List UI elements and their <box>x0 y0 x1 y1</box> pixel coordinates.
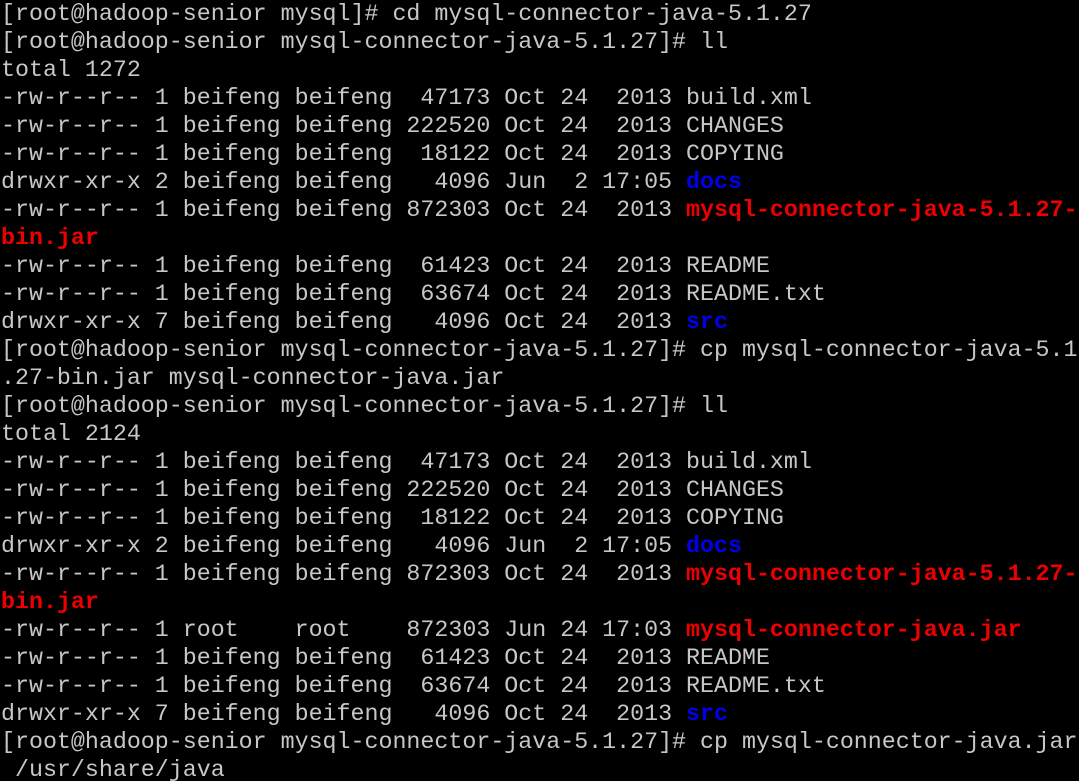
archive-file-name: bin.jar <box>1 225 99 251</box>
terminal-line: -rw-r--r-- 1 beifeng beifeng 63674 Oct 2… <box>1 280 1079 308</box>
archive-file-name: mysql-connector-java.jar <box>686 617 1022 643</box>
terminal-line: -rw-r--r-- 1 beifeng beifeng 61423 Oct 2… <box>1 252 1079 280</box>
terminal-text: [root@hadoop-senior mysql-connector-java… <box>1 729 1078 755</box>
archive-file-name: mysql-connector-java-5.1.27- <box>686 197 1078 223</box>
terminal-text: -rw-r--r-- 1 beifeng beifeng 18122 Oct 2… <box>1 505 784 531</box>
terminal-text: drwxr-xr-x 7 beifeng beifeng 4096 Oct 24… <box>1 701 687 727</box>
terminal-window[interactable]: [root@hadoop-senior mysql]# cd mysql-con… <box>0 0 1079 781</box>
terminal-line: -rw-r--r-- 1 beifeng beifeng 872303 Oct … <box>1 560 1079 588</box>
terminal-text: -rw-r--r-- 1 beifeng beifeng 872303 Oct … <box>1 561 687 587</box>
terminal-line: drwxr-xr-x 7 beifeng beifeng 4096 Oct 24… <box>1 700 1079 728</box>
terminal-line: -rw-r--r-- 1 beifeng beifeng 18122 Oct 2… <box>1 504 1079 532</box>
terminal-line: -rw-r--r-- 1 beifeng beifeng 222520 Oct … <box>1 112 1079 140</box>
terminal-text: -rw-r--r-- 1 beifeng beifeng 63674 Oct 2… <box>1 673 826 699</box>
directory-name: docs <box>686 169 742 195</box>
terminal-line: [root@hadoop-senior mysql]# cd mysql-con… <box>1 0 1079 28</box>
directory-name: src <box>686 309 728 335</box>
terminal-line: bin.jar <box>1 588 1079 616</box>
terminal-line: -rw-r--r-- 1 beifeng beifeng 47173 Oct 2… <box>1 84 1079 112</box>
terminal-line: [root@hadoop-senior mysql-connector-java… <box>1 392 1079 420</box>
terminal-text: [root@hadoop-senior mysql-connector-java… <box>1 29 728 55</box>
terminal-text: total 1272 <box>1 57 141 83</box>
terminal-line: -rw-r--r-- 1 beifeng beifeng 18122 Oct 2… <box>1 140 1079 168</box>
terminal-line: -rw-r--r-- 1 root root 872303 Jun 24 17:… <box>1 616 1079 644</box>
terminal-text: -rw-r--r-- 1 root root 872303 Jun 24 17:… <box>1 617 687 643</box>
terminal-line: -rw-r--r-- 1 beifeng beifeng 47173 Oct 2… <box>1 448 1079 476</box>
terminal-line: [root@hadoop-senior mysql-connector-java… <box>1 28 1079 56</box>
terminal-text: -rw-r--r-- 1 beifeng beifeng 61423 Oct 2… <box>1 645 770 671</box>
terminal-text: -rw-r--r-- 1 beifeng beifeng 18122 Oct 2… <box>1 141 784 167</box>
terminal-line: -rw-r--r-- 1 beifeng beifeng 63674 Oct 2… <box>1 672 1079 700</box>
archive-file-name: mysql-connector-java-5.1.27- <box>686 561 1078 587</box>
terminal-line: total 1272 <box>1 56 1079 84</box>
terminal-line: .27-bin.jar mysql-connector-java.jar <box>1 364 1079 392</box>
terminal-text: -rw-r--r-- 1 beifeng beifeng 222520 Oct … <box>1 477 784 503</box>
terminal-line: drwxr-xr-x 2 beifeng beifeng 4096 Jun 2 … <box>1 168 1079 196</box>
directory-name: src <box>686 701 728 727</box>
terminal-line: /usr/share/java <box>1 756 1079 781</box>
terminal-text: -rw-r--r-- 1 beifeng beifeng 63674 Oct 2… <box>1 281 826 307</box>
terminal-text: -rw-r--r-- 1 beifeng beifeng 47173 Oct 2… <box>1 85 812 111</box>
terminal-text: drwxr-xr-x 2 beifeng beifeng 4096 Jun 2 … <box>1 169 687 195</box>
terminal-text: /usr/share/java <box>1 757 225 781</box>
terminal-text: [root@hadoop-senior mysql-connector-java… <box>1 393 728 419</box>
terminal-line: [root@hadoop-senior mysql-connector-java… <box>1 336 1079 364</box>
terminal-line: -rw-r--r-- 1 beifeng beifeng 61423 Oct 2… <box>1 644 1079 672</box>
directory-name: docs <box>686 533 742 559</box>
terminal-text: -rw-r--r-- 1 beifeng beifeng 61423 Oct 2… <box>1 253 770 279</box>
terminal-line: -rw-r--r-- 1 beifeng beifeng 222520 Oct … <box>1 476 1079 504</box>
terminal-text: -rw-r--r-- 1 beifeng beifeng 872303 Oct … <box>1 197 687 223</box>
terminal-line: [root@hadoop-senior mysql-connector-java… <box>1 728 1079 756</box>
terminal-line: total 2124 <box>1 420 1079 448</box>
archive-file-name: bin.jar <box>1 589 99 615</box>
terminal-text: drwxr-xr-x 7 beifeng beifeng 4096 Oct 24… <box>1 309 687 335</box>
terminal-text: -rw-r--r-- 1 beifeng beifeng 47173 Oct 2… <box>1 449 812 475</box>
terminal-text: [root@hadoop-senior mysql]# cd mysql-con… <box>1 1 812 27</box>
terminal-line: -rw-r--r-- 1 beifeng beifeng 872303 Oct … <box>1 196 1079 224</box>
terminal-line: bin.jar <box>1 224 1079 252</box>
terminal-line: drwxr-xr-x 7 beifeng beifeng 4096 Oct 24… <box>1 308 1079 336</box>
terminal-text: drwxr-xr-x 2 beifeng beifeng 4096 Jun 2 … <box>1 533 687 559</box>
terminal-text: -rw-r--r-- 1 beifeng beifeng 222520 Oct … <box>1 113 784 139</box>
terminal-line: drwxr-xr-x 2 beifeng beifeng 4096 Jun 2 … <box>1 532 1079 560</box>
terminal-text: total 2124 <box>1 421 141 447</box>
terminal-text: .27-bin.jar mysql-connector-java.jar <box>1 365 505 391</box>
terminal-text: [root@hadoop-senior mysql-connector-java… <box>1 337 1078 363</box>
